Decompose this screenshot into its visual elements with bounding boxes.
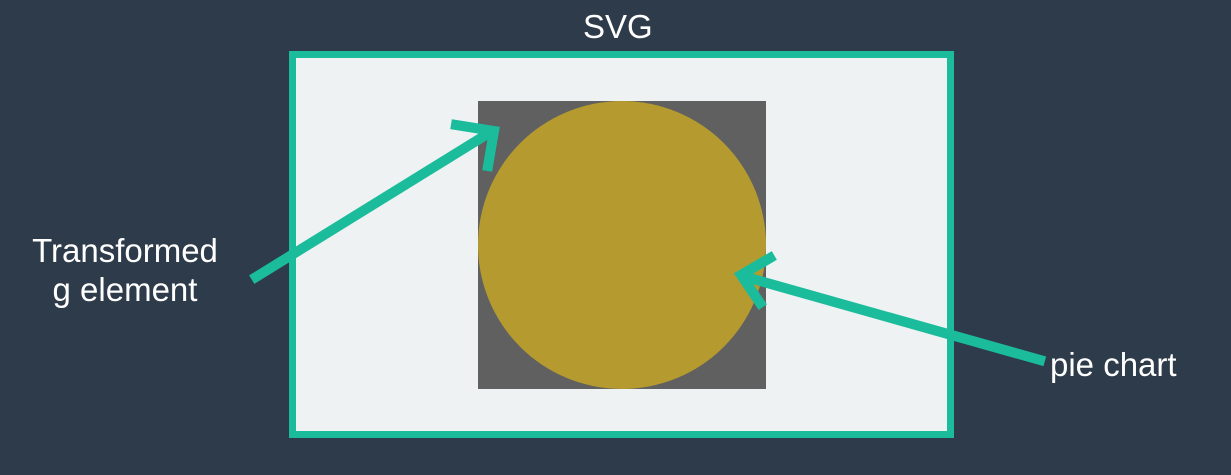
pie-chart-label: pie chart bbox=[1050, 346, 1177, 383]
transformed-g-element-label: Transformed g element bbox=[0, 232, 250, 310]
left-label-line-2: g element bbox=[52, 270, 198, 308]
pie-chart-circle bbox=[478, 101, 766, 389]
svg-title: SVG bbox=[583, 8, 653, 45]
left-label-line-1: Transformed bbox=[32, 232, 218, 269]
